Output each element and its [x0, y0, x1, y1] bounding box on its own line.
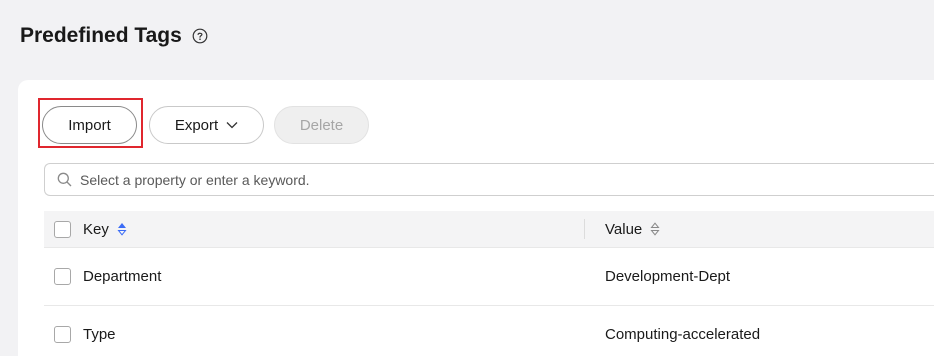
search-icon: [57, 172, 72, 187]
value-cell: Development-Dept: [585, 268, 934, 285]
import-button-label: Import: [68, 116, 111, 134]
page-title: Predefined Tags: [20, 24, 182, 47]
export-button-label: Export: [174, 116, 219, 134]
key-cell: Department: [44, 268, 584, 285]
search-input[interactable]: [80, 171, 934, 188]
table-row[interactable]: Type Computing-accelerated: [44, 306, 934, 356]
chevron-down-icon: [226, 121, 238, 129]
import-button[interactable]: Import: [42, 106, 137, 144]
table-row[interactable]: Department Development-Dept: [44, 248, 934, 306]
key-text: Type: [83, 326, 116, 343]
value-text: Computing-accelerated: [605, 326, 761, 343]
tags-table: Key Value Department Development-Dept Ty…: [44, 211, 934, 356]
question-circle-icon[interactable]: [192, 28, 208, 44]
value-text: Development-Dept: [605, 268, 731, 285]
key-text: Department: [83, 268, 162, 285]
search-bar[interactable]: [44, 163, 934, 196]
sort-icon[interactable]: [650, 222, 660, 236]
key-column-label: Key: [83, 220, 109, 238]
tags-panel: Import Export Delete Key: [18, 80, 934, 356]
page-title-wrap: Predefined Tags: [20, 24, 208, 48]
select-all-checkbox[interactable]: [54, 220, 71, 238]
export-button[interactable]: Export: [149, 106, 264, 144]
table-header: Key Value: [44, 211, 934, 248]
sort-ascending-icon[interactable]: [117, 222, 127, 236]
value-cell: Computing-accelerated: [585, 326, 934, 343]
delete-button[interactable]: Delete: [274, 106, 369, 144]
key-cell: Type: [44, 326, 584, 343]
delete-button-label: Delete: [299, 116, 344, 134]
value-column-label: Value: [605, 220, 643, 238]
row-checkbox[interactable]: [54, 326, 71, 343]
key-column-header[interactable]: Key: [44, 220, 584, 238]
row-checkbox[interactable]: [54, 268, 71, 285]
value-column-header[interactable]: Value: [585, 221, 934, 238]
page-header: Predefined Tags: [0, 0, 934, 72]
